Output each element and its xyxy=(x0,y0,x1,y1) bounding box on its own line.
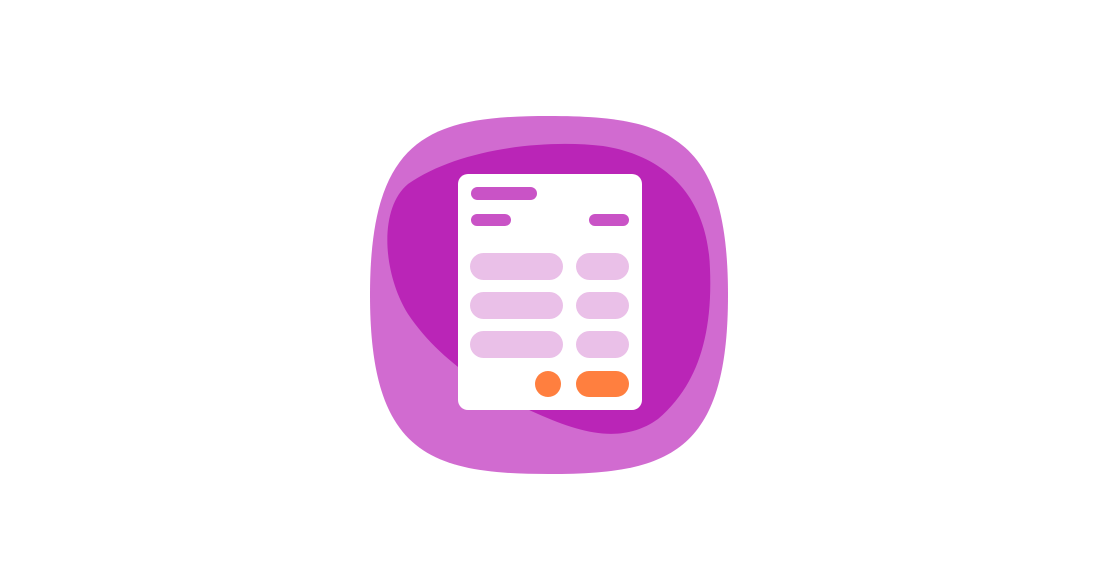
line-item-description-2 xyxy=(470,292,563,319)
total-dot-icon xyxy=(535,371,561,397)
document-meta-left-bar xyxy=(471,214,511,226)
canvas xyxy=(0,0,1098,588)
document-meta-right-bar xyxy=(589,214,629,226)
document-title-bar xyxy=(471,187,537,200)
total-pill xyxy=(576,371,629,397)
line-item-amount-2 xyxy=(576,292,629,319)
line-item-description-1 xyxy=(470,253,563,280)
line-item-amount-1 xyxy=(576,253,629,280)
invoice-app-icon[interactable] xyxy=(368,114,730,476)
line-item-description-3 xyxy=(470,331,563,358)
line-item-amount-3 xyxy=(576,331,629,358)
